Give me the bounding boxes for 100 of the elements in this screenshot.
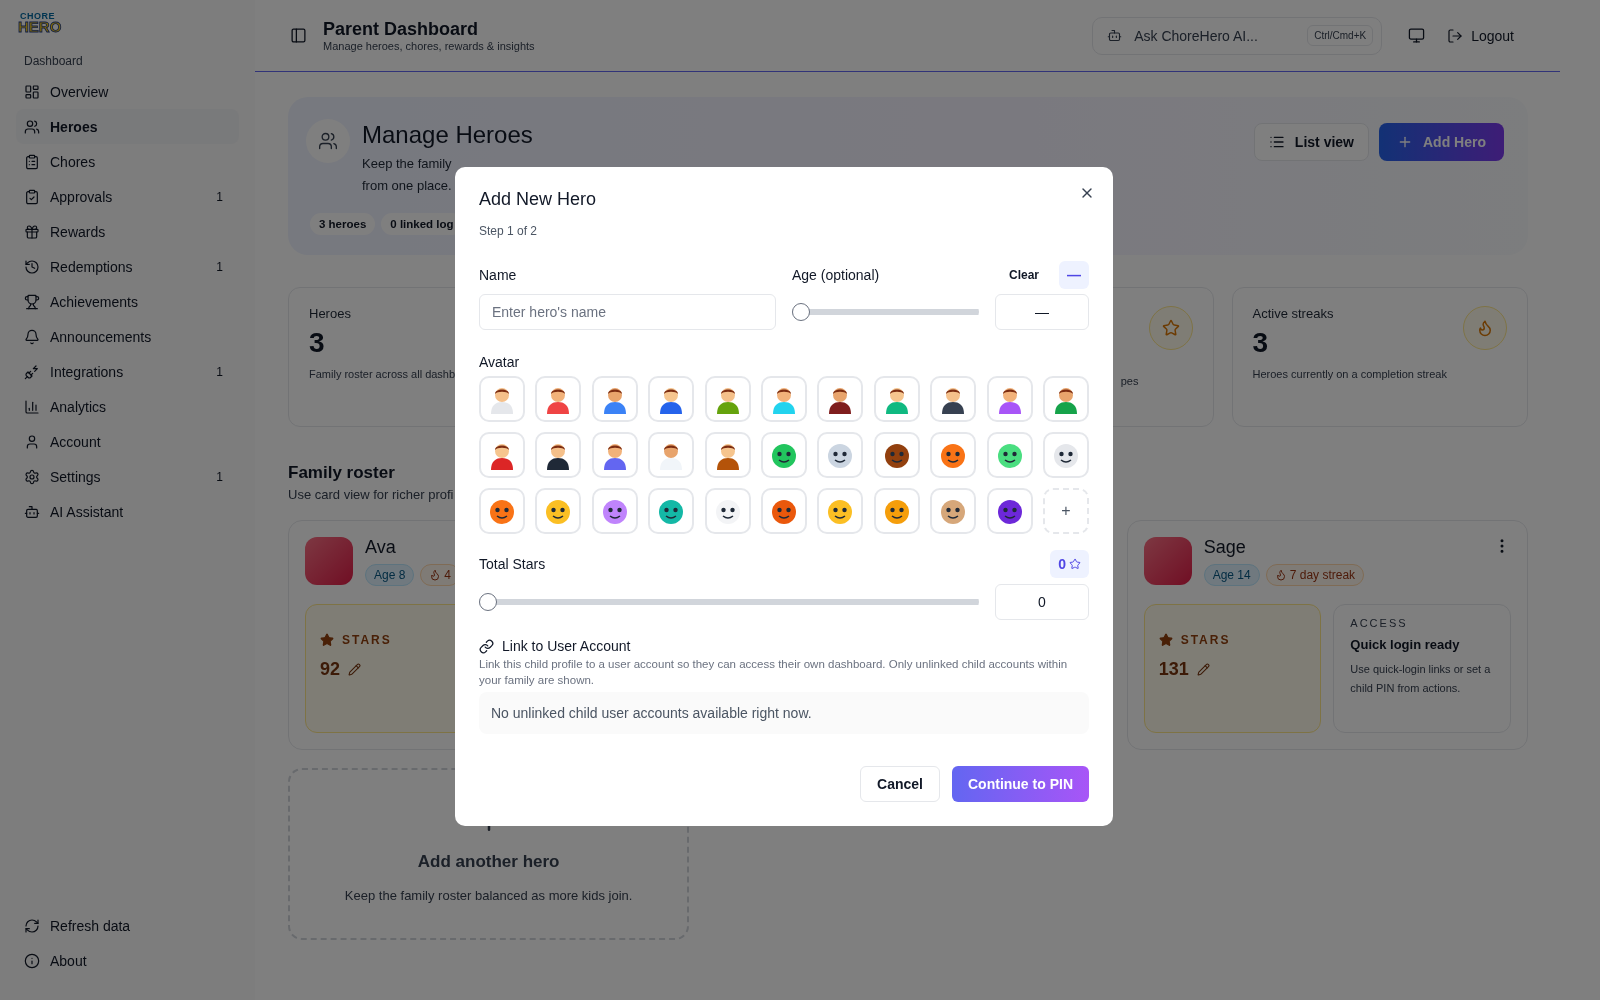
sidebar-item[interactable]: Overview bbox=[16, 74, 239, 109]
sidebar-item[interactable]: Refresh data bbox=[16, 908, 239, 943]
continue-button[interactable]: Continue to PIN bbox=[952, 766, 1089, 802]
sidebar-toggle-icon[interactable] bbox=[290, 27, 307, 44]
avatar-option[interactable] bbox=[930, 432, 977, 478]
stat-title: Active streaks bbox=[1252, 306, 1334, 321]
add-avatar-button[interactable]: + bbox=[1042, 488, 1089, 534]
list-view-button[interactable]: List view bbox=[1253, 123, 1369, 161]
add-card-title: Add another hero bbox=[417, 852, 560, 872]
cancel-button[interactable]: Cancel bbox=[860, 766, 940, 802]
summary-chip: 3 heroes bbox=[310, 213, 376, 235]
flame-icon bbox=[429, 569, 442, 581]
link-description: Link this child profile to a user account so they can access their own dashboard. Only unlinked child accounts within your family are shown. bbox=[479, 657, 1069, 688]
bell-icon bbox=[24, 328, 40, 345]
plus-icon bbox=[1397, 134, 1413, 150]
clipboard-icon bbox=[24, 153, 40, 170]
avatar-option[interactable] bbox=[986, 488, 1033, 534]
slider-thumb[interactable] bbox=[479, 593, 497, 611]
logout-button[interactable]: Logout bbox=[1441, 21, 1520, 50]
stat-note: Heroes currently on a completion streak bbox=[1252, 367, 1447, 382]
plug-icon bbox=[24, 363, 40, 380]
age-tag: Age 8 bbox=[365, 564, 415, 586]
stars-badge: 0 bbox=[1050, 550, 1089, 578]
sidebar-item[interactable]: Integrations 1 bbox=[16, 354, 239, 389]
link-icon bbox=[479, 638, 494, 654]
section-heading: Link to User Account bbox=[502, 638, 631, 654]
clear-button[interactable]: Clear bbox=[1002, 267, 1045, 283]
sidebar-item[interactable]: Achievements bbox=[16, 284, 239, 319]
star-icon bbox=[1158, 633, 1173, 647]
sidebar-item[interactable]: Redemptions 1 bbox=[16, 249, 239, 284]
avatar-option[interactable] bbox=[817, 376, 864, 422]
users-icon bbox=[306, 119, 350, 163]
hero-name: Ava bbox=[365, 537, 396, 558]
add-card-note: Keep the family roster balanced as more kids join. bbox=[344, 888, 633, 903]
panel-title: Manage Heroes bbox=[362, 121, 533, 149]
panel-description: Keep the family bbox=[362, 155, 452, 173]
sidebar-item[interactable]: Announcements bbox=[16, 319, 239, 354]
hero-name: Sage bbox=[1203, 537, 1246, 558]
stat-note: Family roster across all dashb bbox=[309, 367, 456, 382]
stat-title: Heroes bbox=[309, 306, 351, 321]
name-input[interactable]: Enter hero's name bbox=[479, 294, 776, 330]
logout-icon bbox=[1447, 27, 1464, 44]
panel-description: from one place. bbox=[362, 177, 452, 195]
slider-thumb[interactable] bbox=[792, 303, 810, 321]
item-count: 1 bbox=[216, 189, 224, 204]
sidebar-item[interactable]: Analytics bbox=[16, 389, 239, 424]
flame-icon bbox=[1463, 306, 1507, 350]
access-title: Quick login ready bbox=[1350, 637, 1461, 652]
dashboard-icon bbox=[24, 83, 40, 100]
pencil-icon[interactable] bbox=[1196, 663, 1210, 676]
age-input[interactable]: — bbox=[995, 294, 1089, 330]
avatar-option[interactable] bbox=[930, 376, 977, 422]
robot-icon bbox=[24, 503, 40, 520]
stars-value: 131 bbox=[1158, 659, 1307, 680]
access-note: Use quick-login links or set a child PIN from actions. bbox=[1350, 662, 1492, 696]
age-tag: Age 14 bbox=[1203, 564, 1260, 586]
user-icon bbox=[24, 433, 40, 450]
sidebar-item[interactable]: About bbox=[16, 943, 239, 978]
avatar-option[interactable] bbox=[591, 488, 638, 534]
monitor-icon[interactable] bbox=[1408, 27, 1426, 44]
streak-tag: 7 day streak bbox=[1265, 564, 1365, 586]
shortcut-hint: Ctrl/Cmd+K bbox=[1307, 25, 1374, 46]
dialog-title: Add New Hero bbox=[479, 189, 598, 210]
settings-icon bbox=[24, 468, 40, 485]
face-icon bbox=[487, 497, 517, 525]
avatar-tile bbox=[1143, 537, 1192, 585]
field-label: Avatar bbox=[479, 354, 521, 370]
sidebar-item[interactable]: Account bbox=[16, 424, 239, 459]
add-hero-button[interactable]: Add Hero bbox=[1379, 123, 1504, 161]
users-icon bbox=[24, 118, 40, 135]
stat-note: pes bbox=[1120, 374, 1139, 389]
pencil-icon[interactable] bbox=[348, 663, 362, 676]
step-indicator: Step 1 of 2 bbox=[479, 224, 539, 238]
sidebar-item[interactable]: Heroes bbox=[16, 109, 239, 144]
avatar-option[interactable] bbox=[760, 488, 807, 534]
stat-value: 3 bbox=[1252, 327, 1269, 359]
info-icon bbox=[24, 952, 40, 969]
sidebar-item[interactable]: Settings 1 bbox=[16, 459, 239, 494]
avatar-option[interactable] bbox=[873, 432, 920, 478]
field-label: Name bbox=[479, 266, 518, 285]
age-badge: — bbox=[1059, 261, 1089, 289]
field-label: Total Stars bbox=[479, 556, 546, 572]
sidebar-item[interactable]: Rewards bbox=[16, 214, 239, 249]
star-icon bbox=[1069, 558, 1081, 570]
clipboard-check-icon bbox=[24, 188, 40, 205]
assistant-button[interactable]: Ask ChoreHero AI... Ctrl/Cmd+K bbox=[1092, 16, 1383, 55]
bar-chart-icon bbox=[24, 398, 40, 415]
section-title: Family roster bbox=[288, 463, 396, 483]
page-title: Parent Dashboard bbox=[323, 19, 480, 40]
history-icon bbox=[24, 258, 40, 275]
sidebar-item[interactable]: Approvals 1 bbox=[16, 179, 239, 214]
avatar-option[interactable] bbox=[479, 488, 525, 534]
stars-input[interactable]: 0 bbox=[995, 584, 1089, 620]
avatar-tile bbox=[305, 537, 353, 585]
avatar-option[interactable] bbox=[648, 488, 695, 534]
sidebar-item[interactable]: AI Assistant bbox=[16, 494, 239, 529]
avatar-option[interactable] bbox=[535, 432, 582, 478]
sidebar-item[interactable]: Chores bbox=[16, 144, 239, 179]
refresh-icon bbox=[24, 917, 40, 934]
list-icon bbox=[1268, 134, 1285, 150]
